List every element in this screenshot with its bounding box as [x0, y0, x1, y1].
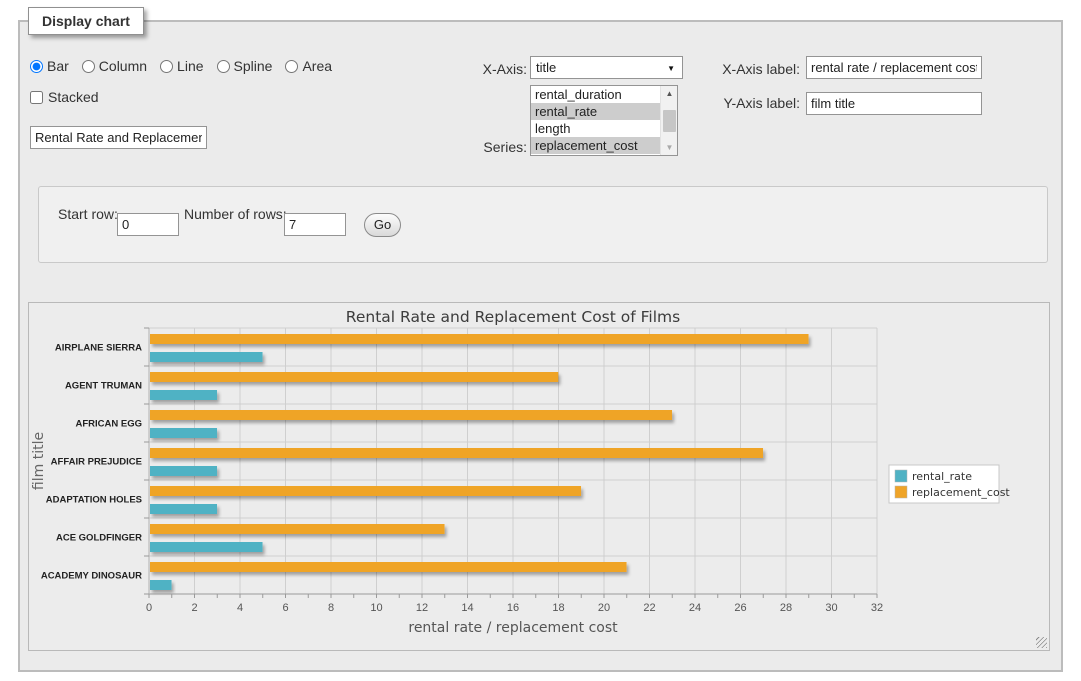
- chart-type-label-spline: Spline: [234, 58, 273, 74]
- chart-type-radio-group: Bar Column Line Spline Area: [30, 58, 332, 74]
- axis-ticks: [144, 328, 877, 598]
- scrollbar-thumb[interactable]: [663, 110, 676, 132]
- chart-title: Rental Rate and Replacement Cost of Film…: [346, 308, 680, 326]
- svg-text:32: 32: [871, 602, 883, 614]
- bar-rental_rate[interactable]: [150, 428, 217, 438]
- go-button[interactable]: Go: [364, 213, 401, 237]
- series-select-label: Series:: [430, 139, 527, 155]
- series-option-length[interactable]: length: [531, 120, 677, 137]
- x-axis-title: rental rate / replacement cost: [408, 620, 618, 636]
- bar-rental_rate[interactable]: [150, 466, 217, 476]
- svg-text:AFRICAN EGG: AFRICAN EGG: [76, 419, 143, 430]
- number-of-rows-label: Number of rows:: [184, 206, 287, 222]
- svg-text:22: 22: [643, 602, 655, 614]
- x-axis-label-input[interactable]: [806, 56, 982, 79]
- bar-replacement_cost[interactable]: [150, 410, 672, 420]
- svg-text:12: 12: [416, 602, 428, 614]
- stacked-checkbox[interactable]: [30, 91, 43, 104]
- x-axis-select[interactable]: title ▼: [530, 56, 683, 79]
- bar-replacement_cost[interactable]: [150, 562, 627, 572]
- chart-type-radio-line[interactable]: [160, 60, 173, 73]
- chart-type-label-column: Column: [99, 58, 147, 74]
- x-tick-labels: 02468101214161820222426283032: [146, 602, 883, 614]
- bar-replacement_cost[interactable]: [150, 486, 581, 496]
- series-option-rental-rate[interactable]: rental_rate: [531, 103, 677, 120]
- legend-item-replacement_cost[interactable]: replacement_cost: [895, 486, 1010, 499]
- category-labels: AIRPLANE SIERRA AGENT TRUMAN AFRICAN EGG AF…: [41, 343, 142, 582]
- x-axis-selected-value: title: [536, 60, 556, 75]
- chart-type-label-bar: Bar: [47, 58, 69, 74]
- svg-text:8: 8: [328, 602, 334, 614]
- number-of-rows-input[interactable]: [284, 213, 346, 236]
- gridlines: [149, 328, 877, 594]
- scrollbar-up-icon[interactable]: ▲: [661, 86, 678, 101]
- bar-replacement_cost[interactable]: [150, 334, 809, 344]
- series-option-rental-duration[interactable]: rental_duration: [531, 86, 677, 103]
- series-multiselect[interactable]: rental_duration rental_rate length repla…: [530, 85, 678, 156]
- bar-rental_rate[interactable]: [150, 542, 263, 552]
- start-row-label: Start row:: [58, 206, 118, 222]
- bar-rental_rate[interactable]: [150, 504, 217, 514]
- x-axis-select-label: X-Axis:: [430, 61, 527, 77]
- y-axis-title: film title: [31, 432, 47, 490]
- chart-type-radio-bar[interactable]: [30, 60, 43, 73]
- svg-text:10: 10: [370, 602, 382, 614]
- legend-swatch-replacement_cost: [895, 486, 907, 498]
- start-row-input[interactable]: [117, 213, 179, 236]
- svg-text:6: 6: [282, 602, 288, 614]
- chart-title-input[interactable]: [30, 126, 207, 149]
- fieldset-legend: Display chart: [28, 7, 144, 35]
- svg-text:2: 2: [191, 602, 197, 614]
- scrollbar-down-icon[interactable]: ▼: [661, 140, 678, 155]
- bar-replacement_cost[interactable]: [150, 524, 445, 534]
- svg-text:24: 24: [689, 602, 701, 614]
- legend-item-rental_rate[interactable]: rental_rate: [895, 470, 972, 483]
- x-axis-label-label: X-Axis label:: [690, 61, 800, 77]
- stacked-label: Stacked: [48, 89, 99, 105]
- y-axis-label-label: Y-Axis label:: [690, 95, 800, 111]
- svg-text:26: 26: [734, 602, 746, 614]
- page: Display chart Bar Column Line Spline Are…: [0, 0, 1081, 681]
- series-rental_rate: [150, 352, 263, 590]
- svg-text:4: 4: [237, 602, 243, 614]
- chart-legend: rental_rate replacement_cost: [889, 465, 1010, 503]
- svg-text:16: 16: [507, 602, 519, 614]
- legend-swatch-rental_rate: [895, 470, 907, 482]
- chevron-down-icon: ▼: [667, 64, 675, 73]
- svg-text:0: 0: [146, 602, 152, 614]
- svg-text:18: 18: [552, 602, 564, 614]
- bar-rental_rate[interactable]: [150, 580, 172, 590]
- chart-type-radio-spline[interactable]: [217, 60, 230, 73]
- series-scrollbar[interactable]: ▲ ▼: [660, 86, 677, 155]
- svg-text:30: 30: [825, 602, 837, 614]
- svg-text:ADAPTATION HOLES: ADAPTATION HOLES: [46, 495, 142, 506]
- chart-type-label-line: Line: [177, 58, 203, 74]
- bar-rental_rate[interactable]: [150, 352, 263, 362]
- resize-handle-icon[interactable]: [1036, 637, 1047, 648]
- svg-text:ACE GOLDFINGER: ACE GOLDFINGER: [56, 533, 142, 544]
- stacked-row: Stacked: [30, 89, 99, 105]
- svg-text:ACADEMY DINOSAUR: ACADEMY DINOSAUR: [41, 571, 142, 582]
- bar-rental_rate[interactable]: [150, 390, 217, 400]
- svg-text:AGENT TRUMAN: AGENT TRUMAN: [65, 381, 142, 392]
- svg-text:20: 20: [598, 602, 610, 614]
- row-range-panel: Start row: Number of rows: Go: [38, 186, 1048, 263]
- chart-container: 02468101214161820222426283032AIRPLANE SI…: [28, 302, 1050, 651]
- y-axis-label-input[interactable]: [806, 92, 982, 115]
- chart-type-label-area: Area: [302, 58, 332, 74]
- series-option-replacement-cost[interactable]: replacement_cost: [531, 137, 677, 154]
- chart-type-radio-column[interactable]: [82, 60, 95, 73]
- bar-replacement_cost[interactable]: [150, 448, 763, 458]
- legend-label-replacement_cost: replacement_cost: [912, 486, 1010, 499]
- legend-label-rental_rate: rental_rate: [912, 470, 972, 483]
- bar-chart: 02468101214161820222426283032AIRPLANE SI…: [29, 303, 1049, 650]
- bar-replacement_cost[interactable]: [150, 372, 558, 382]
- svg-text:AIRPLANE SIERRA: AIRPLANE SIERRA: [55, 343, 142, 354]
- svg-text:28: 28: [780, 602, 792, 614]
- series-replacement_cost: [150, 334, 809, 572]
- svg-text:14: 14: [461, 602, 473, 614]
- chart-type-radio-area[interactable]: [285, 60, 298, 73]
- svg-text:AFFAIR PREJUDICE: AFFAIR PREJUDICE: [51, 457, 142, 468]
